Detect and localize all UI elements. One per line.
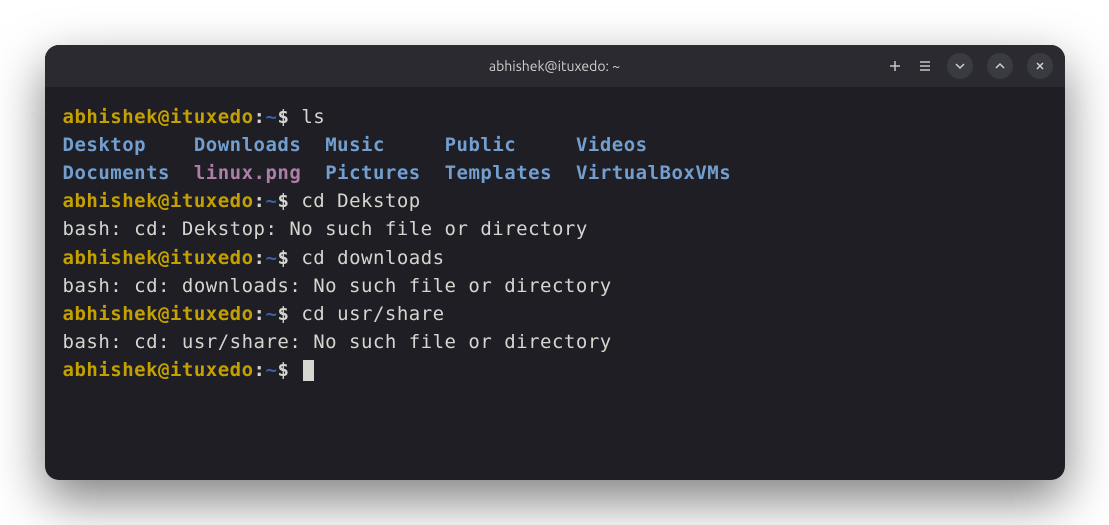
prompt-path: ~ [265, 247, 277, 269]
new-tab-icon[interactable] [887, 58, 903, 74]
terminal-body[interactable]: abhishek@ituxedo:~$ ls Desktop Downloads… [45, 87, 1065, 480]
ls-dir: Templates [445, 162, 552, 184]
close-button[interactable] [1027, 53, 1053, 79]
prompt-user: abhishek@ituxedo [63, 359, 254, 381]
prompt-separator: : [254, 190, 266, 212]
prompt-separator: : [254, 359, 266, 381]
maximize-button[interactable] [987, 53, 1013, 79]
menu-icon[interactable] [917, 58, 933, 74]
ls-dir: Public [445, 134, 517, 156]
window-controls [887, 53, 1053, 79]
prompt-user: abhishek@ituxedo [63, 303, 254, 325]
ls-dir: VirtualBoxVMs [576, 162, 731, 184]
ls-dir: Desktop [63, 134, 147, 156]
command-text: cd Dekstop [301, 190, 420, 212]
prompt-separator: : [254, 106, 266, 128]
cursor [303, 360, 314, 381]
prompt-path: ~ [265, 303, 277, 325]
prompt-line: abhishek@ituxedo:~$ cd usr/share [63, 300, 1047, 328]
prompt-user: abhishek@ituxedo [63, 247, 254, 269]
ls-dir: Videos [576, 134, 648, 156]
prompt-symbol: $ [277, 106, 289, 128]
ls-dir: Documents [63, 162, 170, 184]
error-output: bash: cd: usr/share: No such file or dir… [63, 328, 1047, 356]
error-output: bash: cd: Dekstop: No such file or direc… [63, 215, 1047, 243]
ls-dir: Pictures [325, 162, 421, 184]
minimize-button[interactable] [947, 53, 973, 79]
prompt-path: ~ [265, 359, 277, 381]
prompt-symbol: $ [277, 190, 289, 212]
ls-dir: Music [325, 134, 385, 156]
titlebar[interactable]: abhishek@ituxedo: ~ [45, 45, 1065, 87]
command-text: cd downloads [301, 247, 444, 269]
ls-file: linux.png [194, 162, 301, 184]
prompt-symbol: $ [277, 359, 289, 381]
ls-output-row: Desktop Downloads Music Public Videos [63, 131, 1047, 159]
terminal-window: abhishek@ituxedo: ~ abhishek@ituxedo:~$ … [45, 45, 1065, 480]
ls-output-row: Documents linux.png Pictures Templates V… [63, 159, 1047, 187]
prompt-separator: : [254, 303, 266, 325]
prompt-line: abhishek@ituxedo:~$ [63, 356, 1047, 384]
prompt-line: abhishek@ituxedo:~$ cd downloads [63, 244, 1047, 272]
prompt-symbol: $ [277, 247, 289, 269]
prompt-line: abhishek@ituxedo:~$ ls [63, 103, 1047, 131]
error-output: bash: cd: downloads: No such file or dir… [63, 272, 1047, 300]
prompt-line: abhishek@ituxedo:~$ cd Dekstop [63, 187, 1047, 215]
ls-dir: Downloads [194, 134, 301, 156]
prompt-symbol: $ [277, 303, 289, 325]
prompt-separator: : [254, 247, 266, 269]
prompt-path: ~ [265, 106, 277, 128]
window-title: abhishek@ituxedo: ~ [489, 58, 620, 74]
command-text: ls [301, 106, 325, 128]
prompt-user: abhishek@ituxedo [63, 106, 254, 128]
command-text: cd usr/share [301, 303, 444, 325]
prompt-user: abhishek@ituxedo [63, 190, 254, 212]
prompt-path: ~ [265, 190, 277, 212]
